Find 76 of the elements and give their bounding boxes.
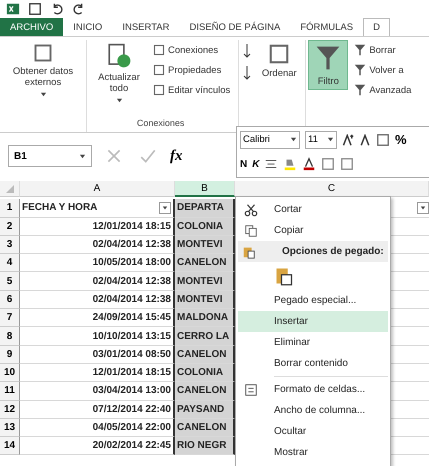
name-box[interactable]: B1: [8, 145, 92, 167]
row-number[interactable]: 8: [0, 327, 20, 346]
menu-heading: Opciones de pegado:: [238, 241, 388, 262]
ribbon-button[interactable]: Propiedades: [153, 60, 230, 80]
table-cell: 10/10/2014 13:15: [20, 327, 175, 346]
table-cell: 02/04/2014 12:38: [20, 272, 175, 291]
table-cell: 07/12/2014 22:40: [20, 400, 175, 419]
filter-button[interactable]: Filtro: [308, 40, 348, 90]
column-header[interactable]: B: [175, 181, 235, 197]
insert-function-button[interactable]: fx: [170, 148, 182, 164]
table-cell: 12/01/2014 18:15: [20, 364, 175, 382]
percent-button[interactable]: %: [395, 132, 407, 148]
table-cell: 03/01/2014 08:50: [20, 346, 175, 364]
table-cell: 03/04/2014 13:00: [20, 382, 175, 401]
table-cell: 04/05/2014 22:00: [20, 418, 175, 438]
table-cell: RIO NEGR: [175, 437, 235, 456]
table-cell: MONTEVI: [175, 236, 235, 254]
bold-button[interactable]: N: [240, 158, 248, 170]
ribbon-button[interactable]: Borrar: [354, 40, 412, 60]
menu-item[interactable]: Ancho de columna...: [238, 400, 388, 421]
ribbon-button[interactable]: Volver a: [354, 60, 412, 80]
row-number[interactable]: 9: [0, 346, 20, 364]
row-number[interactable]: 2: [0, 218, 20, 236]
table-cell: MONTEVI: [175, 272, 235, 291]
menu-item[interactable]: Cortar: [238, 199, 388, 220]
italic-button[interactable]: K: [252, 158, 260, 170]
row-number[interactable]: 10: [0, 364, 20, 382]
table-cell: MALDONA: [175, 309, 235, 328]
row-number[interactable]: 5: [0, 272, 20, 291]
table-cell: 02/04/2014 12:38: [20, 290, 175, 310]
table-cell: 20/02/2014 22:45: [20, 437, 175, 456]
menu-item[interactable]: Eliminar: [238, 332, 388, 353]
sort-button[interactable]: Ordenar: [257, 40, 302, 82]
row-number[interactable]: 12: [0, 400, 20, 419]
font-name-field[interactable]: Calibri: [240, 130, 300, 149]
menu-item[interactable]: Pegado especial...: [238, 290, 388, 311]
row-number[interactable]: 6: [0, 290, 20, 310]
table-cell: CANELON: [175, 418, 235, 438]
row-number[interactable]: 11: [0, 382, 20, 401]
menu-item[interactable]: Mostrar: [238, 442, 388, 463]
table-cell: CANELON: [175, 382, 235, 401]
row-number[interactable]: 1: [0, 199, 20, 218]
table-cell: 24/09/2014 15:45: [20, 309, 175, 328]
ribbon-tab[interactable]: D: [363, 18, 390, 36]
refresh-all-button[interactable]: Actualizar todo: [91, 40, 147, 107]
row-number[interactable]: 7: [0, 309, 20, 328]
font-size-field[interactable]: 11: [305, 130, 337, 149]
group-label: Conexiones: [136, 118, 186, 130]
ribbon-tab[interactable]: ARCHIVO: [0, 18, 64, 36]
column-header[interactable]: C: [235, 181, 429, 197]
table-cell: 02/04/2014 12:38: [20, 236, 175, 254]
ribbon-button[interactable]: Conexiones: [153, 40, 230, 60]
table-cell: CERRO LA: [175, 327, 235, 346]
menu-item[interactable]: Copiar: [238, 220, 388, 241]
table-cell: CANELON: [175, 346, 235, 364]
table-cell: 10/05/2014 18:00: [20, 254, 175, 272]
table-cell: PAYSAND: [175, 400, 235, 419]
table-cell: CANELON: [175, 254, 235, 272]
row-number[interactable]: 13: [0, 418, 20, 438]
table-cell: MONTEVI: [175, 290, 235, 310]
get-external-data-button[interactable]: Obtener datos externos: [4, 40, 82, 101]
table-cell: 12/01/2014 18:15: [20, 218, 175, 236]
menu-item[interactable]: Ocultar: [238, 421, 388, 442]
ribbon-button[interactable]: Avanzada: [354, 80, 412, 100]
menu-item[interactable]: Borrar contenido: [238, 353, 388, 374]
row-number[interactable]: 3: [0, 236, 20, 254]
column-header[interactable]: A: [20, 181, 175, 197]
table-cell: COLONIA: [175, 364, 235, 382]
table-cell: COLONIA: [175, 218, 235, 236]
table-cell: DEPARTA: [175, 199, 235, 218]
menu-item[interactable]: Insertar: [238, 311, 388, 332]
row-number[interactable]: 4: [0, 254, 20, 272]
menu-item[interactable]: Formato de celdas...: [238, 379, 388, 400]
ribbon-button[interactable]: Editar vínculos: [153, 80, 230, 100]
row-number[interactable]: 14: [0, 437, 20, 456]
table-cell: FECHA Y HORA: [20, 199, 175, 218]
